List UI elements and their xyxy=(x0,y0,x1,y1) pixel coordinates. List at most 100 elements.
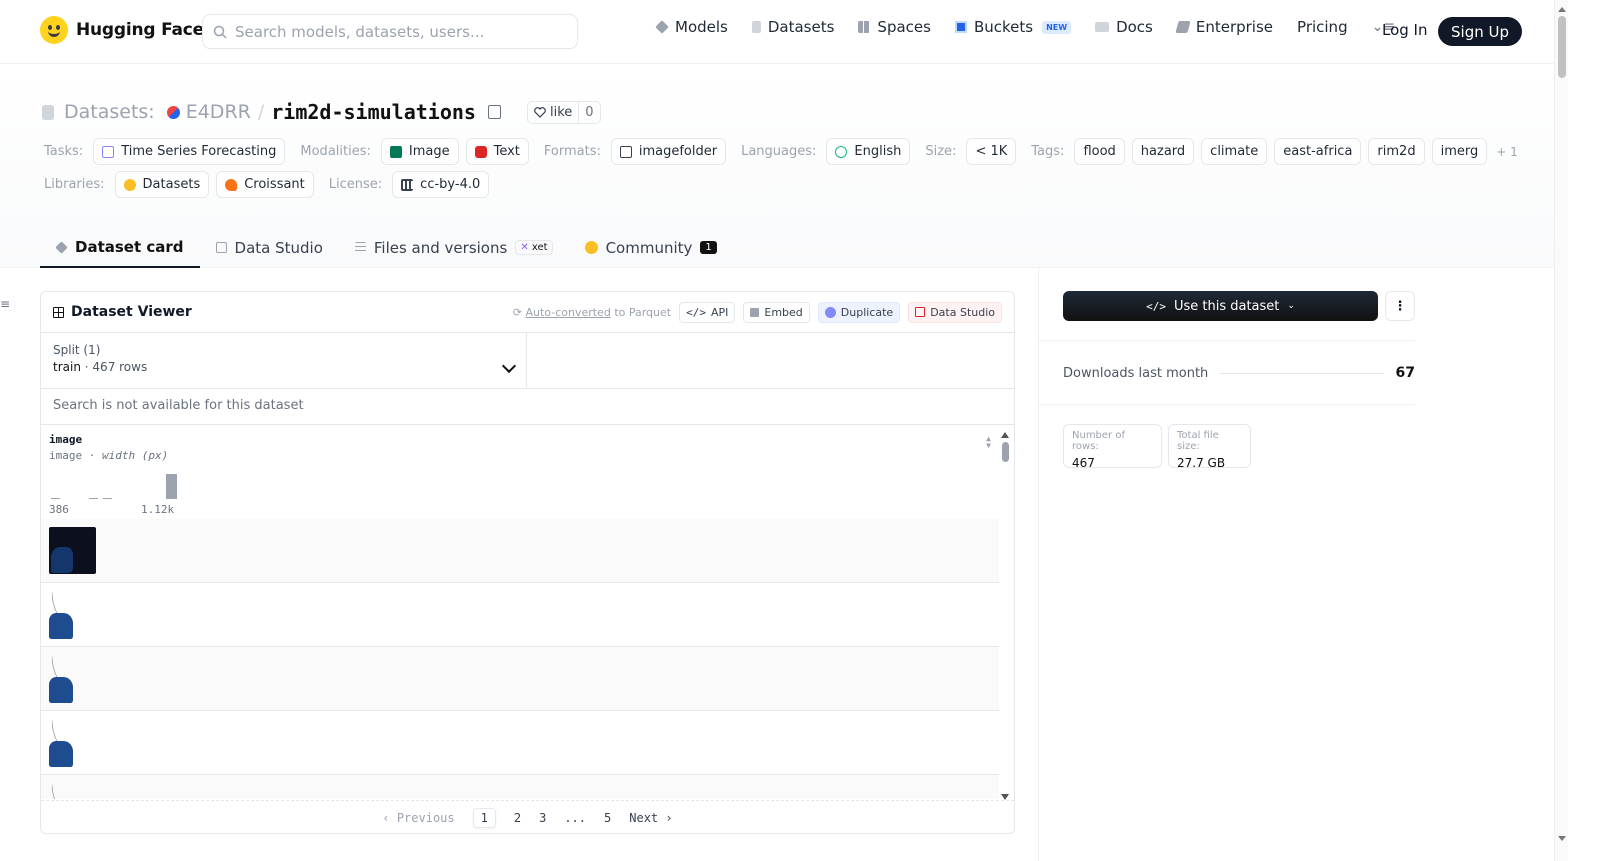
nav-spaces-label: Spaces xyxy=(877,18,931,36)
viewer-scrollbar[interactable] xyxy=(999,428,1011,804)
global-search[interactable] xyxy=(202,14,578,49)
datasets-prefix[interactable]: Datasets: xyxy=(64,101,155,123)
table-row[interactable] xyxy=(41,583,999,647)
image-thumbnail[interactable] xyxy=(49,589,79,639)
scroll-up-icon[interactable] xyxy=(1001,428,1009,438)
languages-label: Languages: xyxy=(741,144,817,159)
language-chip[interactable]: English xyxy=(826,138,911,165)
brand-logo[interactable]: Hugging Face xyxy=(40,16,204,44)
search-input[interactable] xyxy=(235,22,555,41)
file-size-value: 27.7 GB xyxy=(1177,456,1226,470)
copy-icon[interactable] xyxy=(487,105,501,119)
task-chip[interactable]: Time Series Forecasting xyxy=(93,138,286,165)
api-button[interactable]: </> API xyxy=(679,301,736,323)
data-studio-label: Data Studio xyxy=(930,305,995,319)
heart-icon xyxy=(534,106,546,118)
tag-chip-climate[interactable]: climate xyxy=(1201,138,1268,165)
nav-pricing[interactable]: Pricing xyxy=(1297,18,1348,36)
histogram-bar[interactable] xyxy=(103,498,112,499)
nav-spaces[interactable]: Spaces xyxy=(858,18,931,36)
histogram-bar[interactable] xyxy=(89,498,98,499)
histogram-bar[interactable] xyxy=(51,498,60,499)
tag-chip-flood[interactable]: flood xyxy=(1074,138,1125,165)
like-label: like xyxy=(549,104,573,120)
previous-page-button[interactable]: ‹ Previous xyxy=(382,811,454,825)
embed-button[interactable]: Embed xyxy=(743,301,810,323)
scroll-thumb[interactable] xyxy=(1558,16,1566,78)
modality-image-label: Image xyxy=(408,144,450,159)
format-chip[interactable]: imagefolder xyxy=(610,138,727,165)
tag-chip-hazard[interactable]: hazard xyxy=(1131,138,1195,165)
rows-label: Number of rows: xyxy=(1072,430,1125,452)
more-options-button[interactable]: ⋮ xyxy=(1385,291,1415,321)
tab-community[interactable]: Community 1 xyxy=(569,228,733,267)
nav-buckets[interactable]: Buckets NEW xyxy=(954,18,1072,36)
scroll-thumb[interactable] xyxy=(1002,442,1009,462)
signup-button[interactable]: Sign Up xyxy=(1438,17,1522,46)
scroll-up-icon[interactable] xyxy=(1558,3,1566,12)
community-icon xyxy=(584,241,598,254)
page-scrollbar[interactable] xyxy=(1554,0,1568,861)
nav-docs[interactable]: Docs xyxy=(1095,18,1153,36)
library-chip-datasets[interactable]: Datasets xyxy=(114,171,210,198)
auto-converted-link[interactable]: Auto-converted xyxy=(525,306,610,319)
table-row[interactable] xyxy=(41,775,999,799)
image-thumbnail[interactable] xyxy=(49,717,79,767)
sort-icon[interactable]: ▲ ▼ xyxy=(986,435,991,450)
split-value: train · 467 rows xyxy=(53,360,514,374)
license-chip[interactable]: cc-by-4.0 xyxy=(392,171,490,198)
table-row[interactable] xyxy=(41,519,999,583)
like-button[interactable]: like 0 xyxy=(526,100,601,124)
scroll-down-icon[interactable] xyxy=(1558,836,1566,845)
top-navbar: Hugging Face Models Datasets Spaces Buck… xyxy=(0,0,1554,64)
libraries-label: Libraries: xyxy=(44,177,105,192)
community-count-badge: 1 xyxy=(700,241,717,254)
nav-enterprise[interactable]: Enterprise xyxy=(1175,18,1273,36)
duplicate-label: Duplicate xyxy=(840,305,894,319)
next-page-button[interactable]: Next › xyxy=(629,811,672,825)
nav-datasets[interactable]: Datasets xyxy=(751,18,834,36)
page-5-button[interactable]: 5 xyxy=(604,811,611,825)
tag-chip-rim2d[interactable]: rim2d xyxy=(1368,138,1425,165)
image-thumbnail[interactable] xyxy=(49,653,79,703)
modality-chip-text[interactable]: Text xyxy=(465,138,529,165)
refresh-icon: ⟳ xyxy=(512,305,522,319)
page-2-button[interactable]: 2 xyxy=(514,811,521,825)
downloads-value: 67 xyxy=(1395,365,1415,381)
library-datasets-label: Datasets xyxy=(142,177,201,192)
pagination: ‹ Previous 1 2 3 ... 5 Next › xyxy=(41,800,1014,833)
owner-avatar[interactable] xyxy=(166,105,180,119)
tab-dataset-card[interactable]: Dataset card xyxy=(40,228,200,268)
sidebar-toggle-icon[interactable]: ≡ xyxy=(0,297,10,311)
modality-chip-image[interactable]: Image xyxy=(380,138,459,165)
size-chip[interactable]: < 1K xyxy=(966,138,1017,165)
image-thumbnail[interactable] xyxy=(49,781,79,799)
use-this-dataset-button[interactable]: </> Use this dataset ⌄ xyxy=(1063,291,1378,321)
dataset-name[interactable]: rim2d-simulations xyxy=(271,100,476,124)
image-thumbnail[interactable] xyxy=(49,527,96,574)
histogram-bar[interactable] xyxy=(166,474,177,499)
tag-chip-east-africa[interactable]: east-africa xyxy=(1274,138,1362,165)
owner-link[interactable]: E4DRR xyxy=(186,101,251,123)
table-row[interactable] xyxy=(41,711,999,775)
tab-files-and-versions[interactable]: Files and versions ✕ xet xyxy=(339,228,569,267)
code-icon: </> xyxy=(1146,299,1166,313)
split-selector[interactable]: Split (1) train · 467 rows xyxy=(41,333,527,388)
duplicate-button[interactable]: Duplicate xyxy=(817,301,901,323)
library-chip-croissant[interactable]: Croissant xyxy=(216,171,314,198)
column-header-image[interactable]: image image · width (px) 386 1.12k ▲ ▼ xyxy=(41,425,999,521)
folder-icon xyxy=(619,145,632,158)
table-row[interactable] xyxy=(41,647,999,711)
login-link[interactable]: Log In xyxy=(1382,21,1428,39)
page-3-button[interactable]: 3 xyxy=(539,811,546,825)
tab-data-studio-label: Data Studio xyxy=(234,238,323,257)
scroll-down-icon[interactable] xyxy=(1001,794,1009,804)
tag-chip-imerg[interactable]: imerg xyxy=(1431,138,1488,165)
tab-data-studio[interactable]: Data Studio xyxy=(200,228,339,267)
more-tags-link[interactable]: + 1 xyxy=(1496,145,1518,159)
split-dot: · xyxy=(84,360,89,374)
data-studio-button[interactable]: Data Studio xyxy=(908,301,1002,323)
page-1-button[interactable]: 1 xyxy=(472,807,496,828)
language-label: English xyxy=(854,144,902,159)
nav-models[interactable]: Models xyxy=(655,18,728,36)
